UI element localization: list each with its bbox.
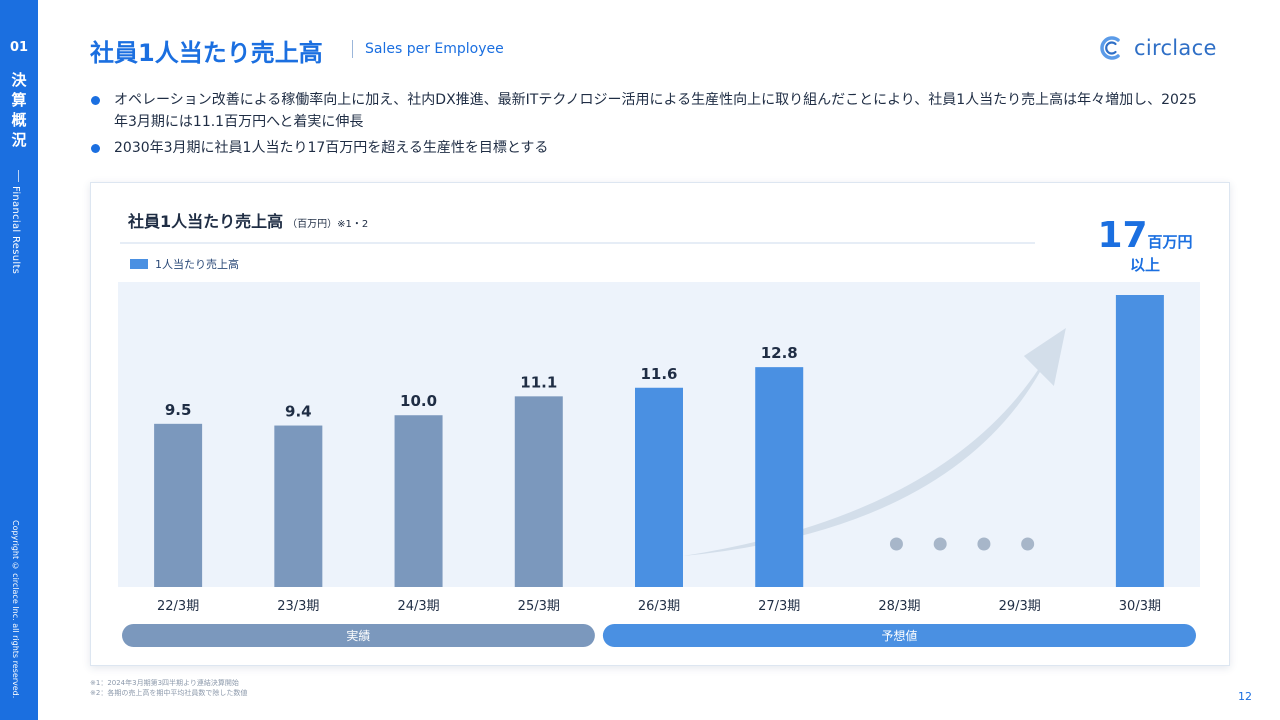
bar-22/3期	[154, 423, 203, 587]
x-tick-label: 27/3期	[758, 599, 800, 614]
footnotes: ※1：2024年3月期第3四半期より連結決算開始 ※2：各期の売上高を期中平均社…	[90, 678, 247, 698]
bar-value-label: 11.6	[640, 365, 677, 383]
ellipsis-dot	[889, 537, 903, 551]
group-pill-label: 実績	[346, 628, 370, 643]
bar-24/3期	[394, 415, 443, 587]
bar-27/3期	[755, 367, 804, 587]
bar-value-label: 9.5	[165, 401, 192, 419]
footnote: ※1：2024年3月期第3四半期より連結決算開始	[90, 679, 239, 687]
ellipsis-dot	[977, 537, 991, 551]
bar-23/3期	[274, 425, 323, 587]
ellipsis-dot	[1021, 537, 1035, 551]
x-tick-label: 26/3期	[638, 599, 680, 614]
footnote: ※2：各期の売上高を期中平均社員数で除した数値	[90, 689, 248, 697]
x-tick-label: 22/3期	[157, 599, 199, 614]
bar-26/3期	[635, 387, 683, 587]
x-tick-label: 24/3期	[397, 599, 439, 614]
x-tick-label: 25/3期	[518, 599, 560, 614]
bar-30/3期	[1115, 295, 1164, 587]
ellipsis-dot	[933, 537, 947, 551]
x-tick-label: 23/3期	[277, 599, 319, 614]
bar-value-label: 9.4	[285, 403, 312, 421]
bar-value-label: 12.8	[761, 344, 798, 362]
bar-25/3期	[514, 396, 563, 587]
page-number: 12	[1238, 690, 1252, 703]
group-pill-label: 予想値	[881, 628, 917, 643]
bar-value-label: 11.1	[520, 373, 557, 391]
x-tick-label: 29/3期	[999, 599, 1041, 614]
bar-chart: 9.5 22/3期 9.4 23/3期 10.0 24/3期 11.1 25/3期 11.6 26…	[118, 282, 1200, 647]
x-tick-label: 30/3期	[1119, 599, 1161, 614]
bar-value-label: 10.0	[400, 392, 437, 410]
x-tick-label: 28/3期	[878, 599, 920, 614]
